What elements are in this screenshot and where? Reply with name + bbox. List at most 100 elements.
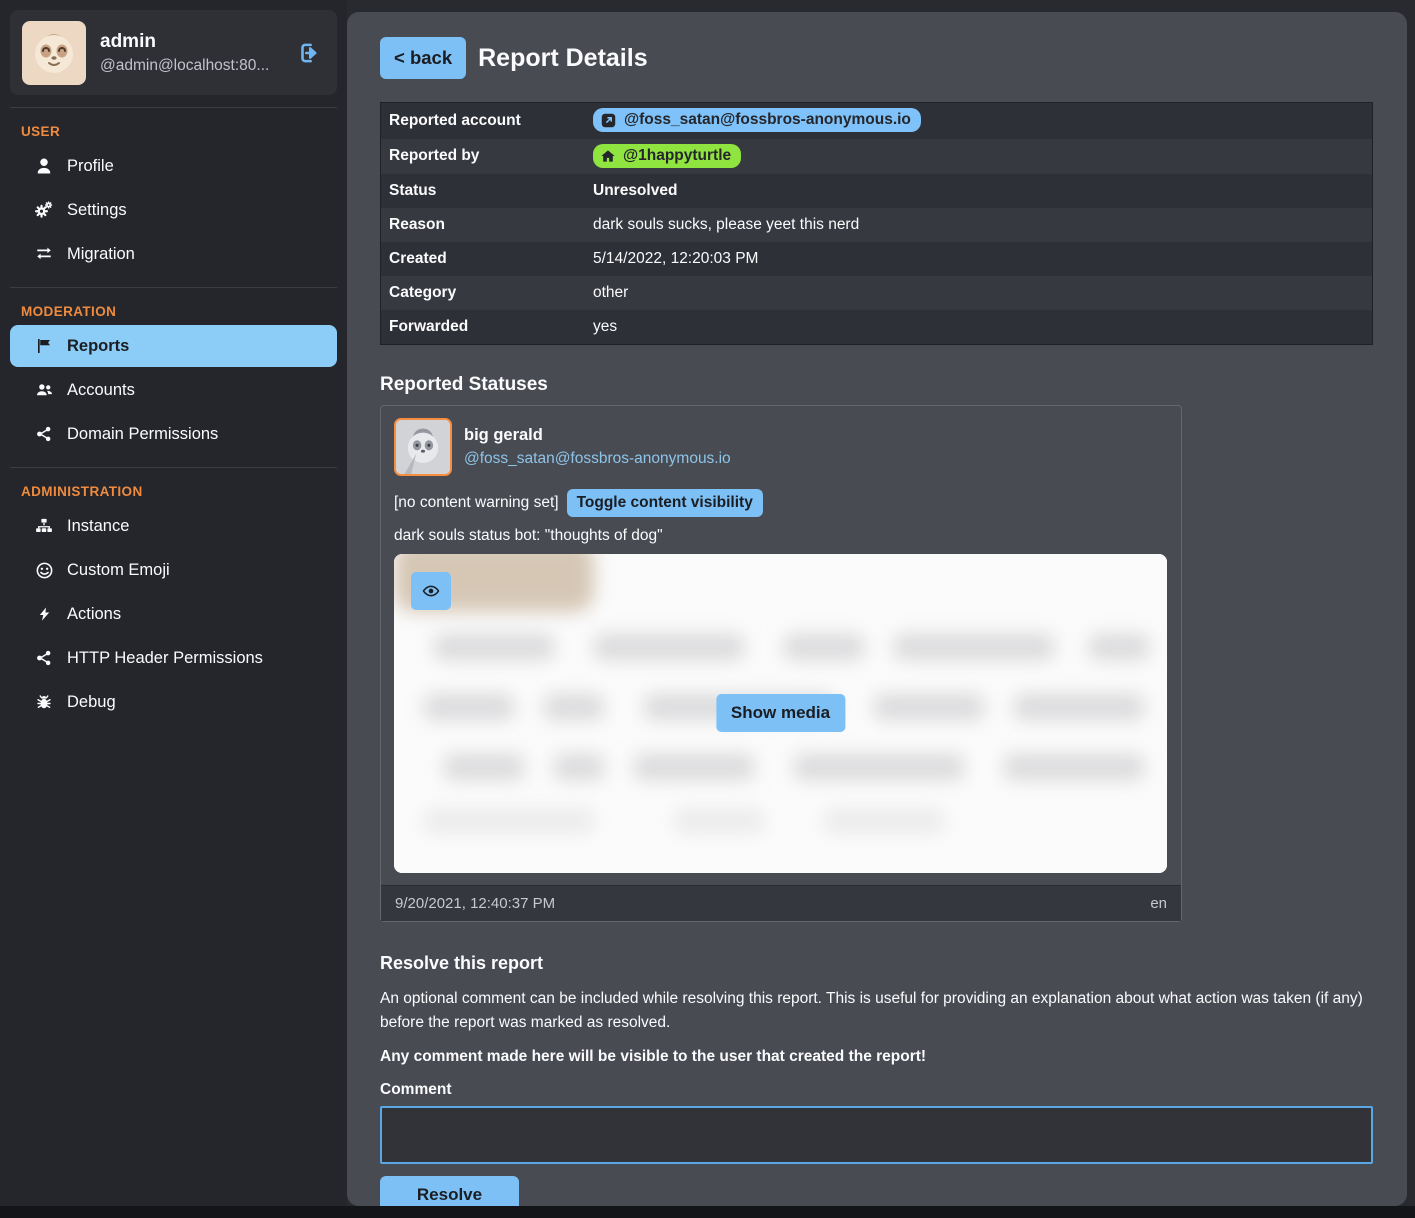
bug-icon bbox=[33, 692, 55, 712]
share-nodes-icon bbox=[33, 648, 55, 668]
row-label: Forwarded bbox=[381, 313, 585, 341]
table-row: Created 5/14/2022, 12:20:03 PM bbox=[381, 242, 1372, 276]
status-timestamp: 9/20/2021, 12:40:37 PM bbox=[395, 895, 555, 912]
resolve-button[interactable]: Resolve bbox=[380, 1176, 519, 1206]
status-footer: 9/20/2021, 12:40:37 PM en bbox=[381, 885, 1181, 921]
sidebar-item-migration[interactable]: Migration bbox=[10, 233, 337, 275]
sidebar-item-accounts[interactable]: Accounts bbox=[10, 369, 337, 411]
sidebar-item-label: Migration bbox=[67, 245, 135, 264]
sidebar-item-label: Reports bbox=[67, 337, 129, 356]
row-value: 5/14/2022, 12:20:03 PM bbox=[585, 245, 766, 273]
comment-label: Comment bbox=[380, 1081, 1373, 1099]
sidebar-item-actions[interactable]: Actions bbox=[10, 593, 337, 635]
reported-statuses-heading: Reported Statuses bbox=[380, 374, 1373, 396]
content-warning-row: [no content warning set] Toggle content … bbox=[394, 489, 1168, 517]
section-title-moderation: MODERATION bbox=[21, 304, 347, 319]
row-value: Unresolved bbox=[585, 177, 685, 205]
sidebar-item-reports[interactable]: Reports bbox=[10, 325, 337, 367]
page-title: Report Details bbox=[478, 44, 647, 73]
row-value: @1happyturtle bbox=[585, 139, 749, 174]
sidebar-item-profile[interactable]: Profile bbox=[10, 145, 337, 187]
row-label: Created bbox=[381, 245, 585, 273]
page-header: < back Report Details bbox=[380, 37, 1373, 79]
section-title-user: USER bbox=[21, 124, 347, 139]
smiley-icon bbox=[33, 560, 55, 580]
row-label: Reported by bbox=[381, 142, 585, 170]
profile-handle: @admin@localhost:80... bbox=[100, 57, 279, 75]
external-link-icon bbox=[600, 112, 617, 129]
reported-account-badge[interactable]: @foss_satan@fossbros-anonymous.io bbox=[593, 108, 921, 132]
sloth-avatar-icon bbox=[396, 420, 450, 474]
sign-out-icon bbox=[295, 40, 323, 66]
bolt-icon bbox=[33, 604, 55, 624]
share-nodes-icon bbox=[33, 424, 55, 444]
row-value: dark souls sucks, please yeet this nerd bbox=[585, 211, 867, 239]
divider bbox=[10, 107, 337, 108]
sitemap-icon bbox=[33, 516, 55, 536]
row-label: Category bbox=[381, 279, 585, 307]
profile-name: admin bbox=[100, 31, 279, 53]
report-details-panel: < back Report Details Reported account @… bbox=[347, 12, 1407, 1206]
table-row: Status Unresolved bbox=[381, 174, 1372, 208]
row-value: yes bbox=[585, 313, 625, 341]
row-label: Reported account bbox=[381, 107, 585, 135]
gears-icon bbox=[33, 200, 55, 220]
row-value: other bbox=[585, 279, 636, 307]
divider bbox=[10, 287, 337, 288]
logout-button[interactable] bbox=[293, 38, 325, 68]
resolve-description: An optional comment can be included whil… bbox=[380, 987, 1373, 1035]
status-content: dark souls status bot: "thoughts of dog" bbox=[394, 527, 1168, 545]
content-warning-text: [no content warning set] bbox=[394, 494, 559, 512]
admin-avatar bbox=[22, 21, 86, 85]
users-icon bbox=[33, 380, 55, 400]
status-language-tag: en bbox=[1150, 895, 1167, 912]
main-area: < back Report Details Reported account @… bbox=[347, 0, 1415, 1206]
sidebar-item-label: Custom Emoji bbox=[67, 561, 170, 580]
sidebar-item-settings[interactable]: Settings bbox=[10, 189, 337, 231]
sidebar-item-label: HTTP Header Permissions bbox=[67, 649, 263, 668]
profile-card: admin @admin@localhost:80... bbox=[10, 10, 337, 95]
sidebar-item-http-header-permissions[interactable]: HTTP Header Permissions bbox=[10, 637, 337, 679]
status-display-name: big gerald bbox=[464, 426, 731, 445]
table-row: Reason dark souls sucks, please yeet thi… bbox=[381, 208, 1372, 242]
status-author: big gerald @foss_satan@fossbros-anonymou… bbox=[464, 426, 731, 468]
badge-label: @foss_satan@fossbros-anonymous.io bbox=[624, 111, 911, 129]
show-media-button[interactable]: Show media bbox=[716, 694, 845, 732]
profile-meta: admin @admin@localhost:80... bbox=[100, 31, 279, 75]
sidebar-item-custom-emoji[interactable]: Custom Emoji bbox=[10, 549, 337, 591]
table-row: Reported account @foss_satan@fossbros-an… bbox=[381, 103, 1372, 139]
section-title-administration: ADMINISTRATION bbox=[21, 484, 347, 499]
row-value: @foss_satan@fossbros-anonymous.io bbox=[585, 103, 929, 139]
user-icon bbox=[33, 156, 55, 176]
reported-by-badge[interactable]: @1happyturtle bbox=[593, 144, 741, 168]
row-label: Reason bbox=[381, 211, 585, 239]
divider bbox=[10, 467, 337, 468]
report-details-table: Reported account @foss_satan@fossbros-an… bbox=[380, 102, 1373, 345]
hide-media-eye-button[interactable] bbox=[411, 572, 451, 610]
status-account-link[interactable]: @foss_satan@fossbros-anonymous.io bbox=[464, 450, 731, 467]
sidebar-item-domain-permissions[interactable]: Domain Permissions bbox=[10, 413, 337, 455]
status-header: big gerald @foss_satan@fossbros-anonymou… bbox=[394, 418, 1168, 476]
sloth-avatar-icon bbox=[22, 21, 86, 85]
sidebar-item-label: Debug bbox=[67, 693, 116, 712]
row-label: Status bbox=[381, 177, 585, 205]
table-row: Forwarded yes bbox=[381, 310, 1372, 344]
status-card: big gerald @foss_satan@fossbros-anonymou… bbox=[380, 405, 1182, 922]
home-icon bbox=[600, 148, 616, 164]
sidebar-item-debug[interactable]: Debug bbox=[10, 681, 337, 723]
sidebar-item-instance[interactable]: Instance bbox=[10, 505, 337, 547]
sidebar: admin @admin@localhost:80... USER Profil… bbox=[0, 0, 347, 1206]
back-button[interactable]: < back bbox=[380, 37, 466, 79]
sidebar-item-label: Profile bbox=[67, 157, 114, 176]
table-row: Category other bbox=[381, 276, 1372, 310]
sidebar-item-label: Accounts bbox=[67, 381, 135, 400]
transfer-arrows-icon bbox=[33, 244, 55, 264]
sidebar-item-label: Instance bbox=[67, 517, 129, 536]
comment-input[interactable] bbox=[380, 1106, 1373, 1164]
app: admin @admin@localhost:80... USER Profil… bbox=[0, 0, 1415, 1206]
resolve-heading: Resolve this report bbox=[380, 953, 1373, 974]
eye-icon bbox=[420, 582, 442, 600]
toggle-content-visibility-button[interactable]: Toggle content visibility bbox=[567, 489, 763, 517]
status-avatar bbox=[394, 418, 452, 476]
badge-label: @1happyturtle bbox=[623, 147, 731, 165]
